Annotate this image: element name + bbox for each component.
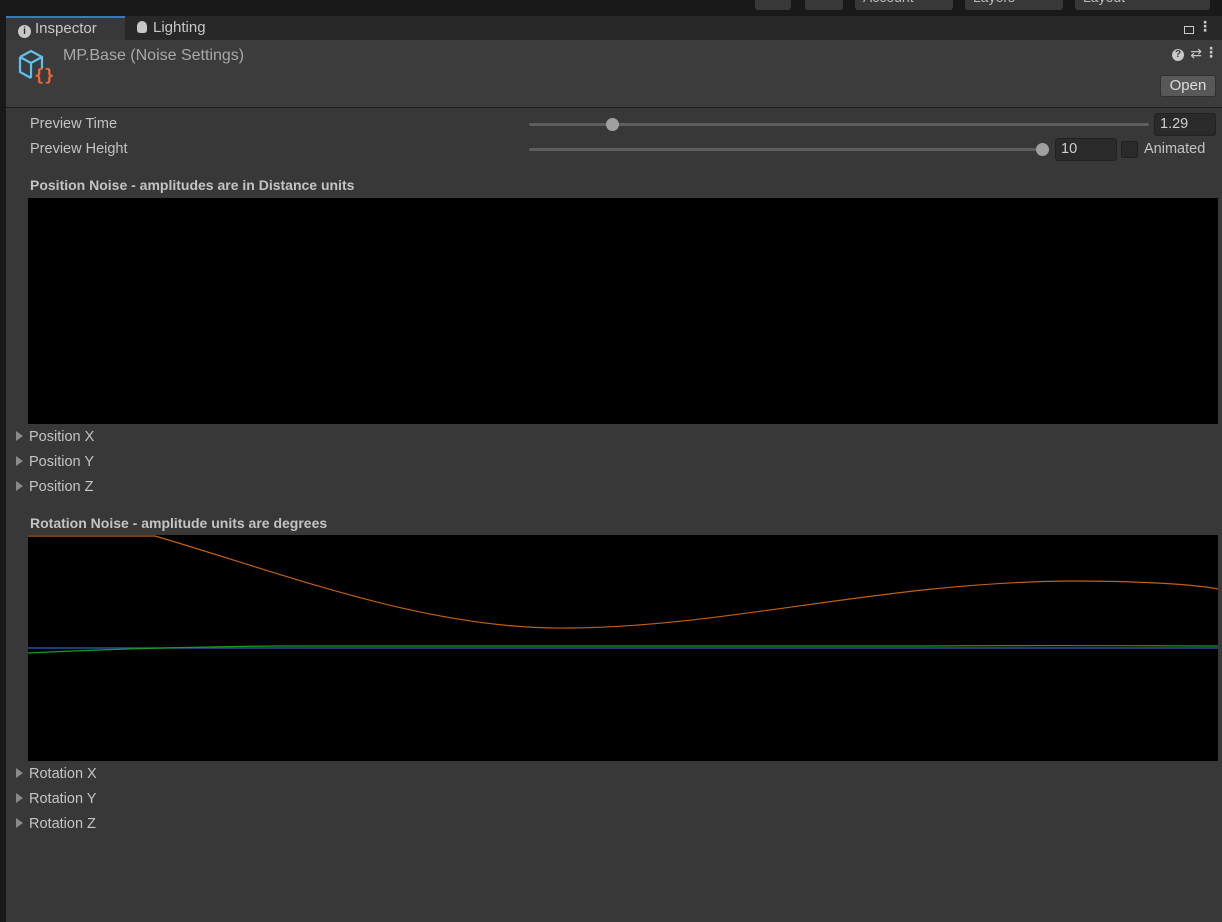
- foldout-label: Position Z: [29, 479, 94, 495]
- foldout-label: Rotation X: [29, 766, 97, 782]
- foldout-position-x[interactable]: Position X: [16, 429, 94, 445]
- asset-title: MP.Base (Noise Settings): [63, 47, 245, 64]
- noise-settings-asset-icon: {}: [18, 49, 54, 84]
- foldout-rotation-x[interactable]: Rotation X: [16, 766, 97, 782]
- foldout-label: Position Y: [29, 454, 95, 470]
- foldout-label: Rotation Y: [29, 791, 97, 807]
- layers-dropdown[interactable]: Layers: [965, 0, 1063, 10]
- preview-height-label: Preview Height: [30, 141, 128, 157]
- presets-icon[interactable]: ⇄: [1190, 45, 1202, 62]
- position-noise-graph: [28, 198, 1218, 424]
- animated-checkbox[interactable]: [1121, 141, 1138, 158]
- collab-button[interactable]: [755, 0, 791, 10]
- expand-arrow-icon: [16, 793, 23, 803]
- tab-label: Lighting: [153, 19, 206, 36]
- rotation-noise-graph: [28, 535, 1218, 761]
- open-button[interactable]: Open: [1160, 75, 1216, 97]
- rotation-y-curve: [28, 644, 1218, 654]
- foldout-position-y[interactable]: Position Y: [16, 454, 94, 470]
- expand-arrow-icon: [16, 768, 23, 778]
- expand-arrow-icon: [16, 818, 23, 828]
- expand-arrow-icon: [16, 431, 23, 441]
- preview-time-field[interactable]: 1.29: [1154, 113, 1216, 136]
- foldout-rotation-y[interactable]: Rotation Y: [16, 791, 96, 807]
- preview-height-slider[interactable]: [529, 148, 1046, 151]
- foldout-rotation-z[interactable]: Rotation Z: [16, 816, 96, 832]
- cloud-button[interactable]: [805, 0, 843, 10]
- foldout-position-z[interactable]: Position Z: [16, 479, 93, 495]
- expand-arrow-icon: [16, 481, 23, 491]
- lightbulb-icon: [137, 21, 147, 33]
- account-dropdown[interactable]: Account: [855, 0, 953, 10]
- foldout-label: Rotation Z: [29, 816, 96, 832]
- animated-label: Animated: [1144, 141, 1206, 157]
- more-options-icon[interactable]: ⋮: [1198, 18, 1212, 35]
- component-menu-icon[interactable]: ⋮: [1204, 44, 1218, 61]
- position-noise-title: Position Noise - amplitudes are in Dista…: [30, 177, 355, 193]
- preview-time-slider-thumb[interactable]: [606, 118, 619, 131]
- tab-lighting[interactable]: Lighting: [125, 16, 235, 40]
- preview-height-slider-thumb[interactable]: [1036, 143, 1049, 156]
- preview-time-label: Preview Time: [30, 116, 118, 132]
- preview-height-field[interactable]: 10: [1055, 138, 1117, 161]
- foldout-label: Position X: [29, 429, 95, 445]
- tab-label: Inspector: [35, 20, 97, 37]
- rotation-noise-title: Rotation Noise - amplitude units are deg…: [30, 515, 328, 531]
- tab-inspector[interactable]: i Inspector: [6, 16, 125, 40]
- inspector-header: {} MP.Base (Noise Settings) ? ⇄ ⋮ Open: [6, 40, 1222, 108]
- top-toolbar: Account Layers Layout: [0, 0, 1222, 15]
- lock-icon[interactable]: [1184, 26, 1194, 34]
- svg-text:{}: {}: [34, 66, 54, 84]
- preview-time-slider[interactable]: [529, 123, 1149, 126]
- layout-dropdown[interactable]: Layout: [1075, 0, 1210, 10]
- help-icon[interactable]: ?: [1172, 49, 1184, 61]
- expand-arrow-icon: [16, 456, 23, 466]
- rotation-x-curve: [28, 535, 1218, 629]
- info-icon: i: [18, 25, 31, 38]
- tab-bar: i Inspector Lighting ⋮: [6, 16, 1222, 40]
- inspector-panel: i Inspector Lighting ⋮ {} MP.Base (Noise …: [6, 16, 1222, 922]
